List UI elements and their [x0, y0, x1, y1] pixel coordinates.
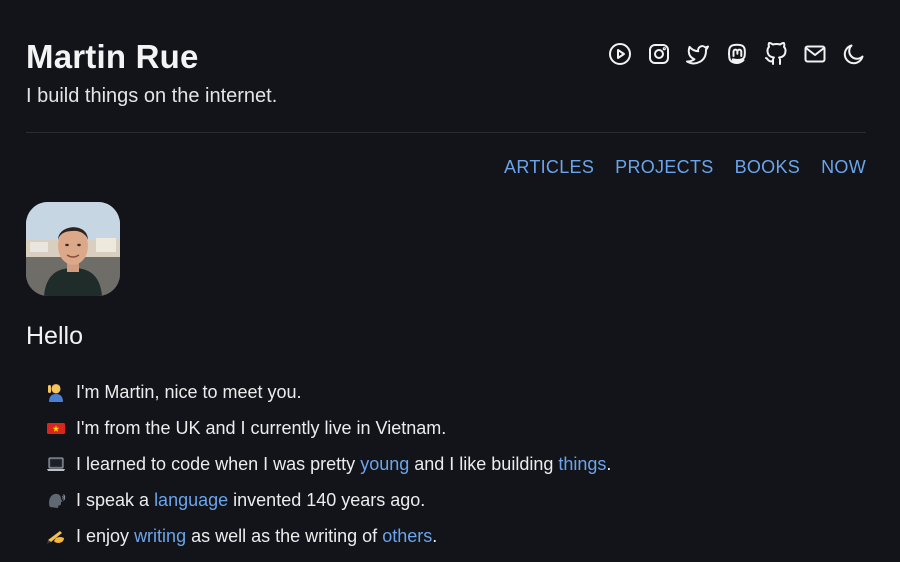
speaking-head-icon [46, 490, 66, 510]
writing-hand-icon [46, 526, 66, 546]
instagram-icon [649, 44, 669, 64]
about-list: I'm Martin, nice to meet you. I'm from t… [46, 374, 611, 554]
avatar [26, 202, 120, 296]
young-link[interactable]: young [360, 454, 409, 475]
mail-icon [804, 45, 826, 63]
nav-articles[interactable]: ARTICLES [504, 157, 594, 178]
language-link[interactable]: language [154, 490, 228, 511]
page: Martin Rue I build things on the interne… [0, 0, 900, 562]
fact-text-after: . [432, 525, 438, 546]
main-nav: ARTICLES PROJECTS BOOKS NOW [504, 157, 866, 178]
things-link[interactable]: things [558, 454, 606, 475]
twitter-icon [686, 45, 709, 65]
others-link[interactable]: others [382, 526, 432, 547]
avatar-photo [26, 202, 120, 296]
social-links [608, 42, 866, 66]
fact-text: I'm Martin, nice to meet you. [76, 381, 302, 402]
waving-person-icon [46, 382, 66, 402]
fact-text-before: I enjoy [76, 525, 130, 546]
youtube-link[interactable] [608, 42, 632, 66]
site-header: Martin Rue I build things on the interne… [26, 0, 866, 133]
laptop-icon [46, 454, 66, 474]
github-icon [765, 42, 787, 65]
github-link[interactable] [764, 42, 788, 66]
vietnam-flag-icon [46, 418, 66, 438]
moon-icon [843, 44, 864, 65]
mastodon-link[interactable] [725, 42, 749, 66]
mastodon-icon [728, 43, 746, 64]
nav-projects[interactable]: PROJECTS [615, 157, 713, 178]
list-item: I speak a language invented 140 years ag… [46, 482, 611, 518]
fact-text-after: . [606, 453, 612, 474]
theme-toggle-button[interactable] [842, 42, 866, 66]
email-link[interactable] [803, 42, 827, 66]
twitter-link[interactable] [686, 42, 710, 66]
fact-text-middle: as well as the writing of [191, 525, 378, 546]
fact-text-after: invented 140 years ago. [233, 489, 426, 510]
list-item: I'm from the UK and I currently live in … [46, 410, 611, 446]
instagram-link[interactable] [647, 42, 671, 66]
fact-text-before: I speak a [76, 489, 150, 510]
writing-link[interactable]: writing [134, 526, 186, 547]
site-tagline: I build things on the internet. [26, 85, 278, 107]
fact-text-before: I learned to code when I was pretty [76, 453, 356, 474]
list-item: I enjoy writing as well as the writing o… [46, 518, 611, 554]
nav-books[interactable]: BOOKS [735, 157, 801, 178]
nav-now[interactable]: NOW [821, 157, 866, 178]
fact-text-middle: and I like building [414, 453, 554, 474]
list-item: I learned to code when I was pretty youn… [46, 446, 611, 482]
site-title[interactable]: Martin Rue [26, 38, 199, 76]
list-item: I'm Martin, nice to meet you. [46, 374, 611, 410]
fact-text: I'm from the UK and I currently live in … [76, 417, 447, 438]
greeting-heading: Hello [26, 322, 83, 350]
youtube-icon [609, 43, 631, 65]
